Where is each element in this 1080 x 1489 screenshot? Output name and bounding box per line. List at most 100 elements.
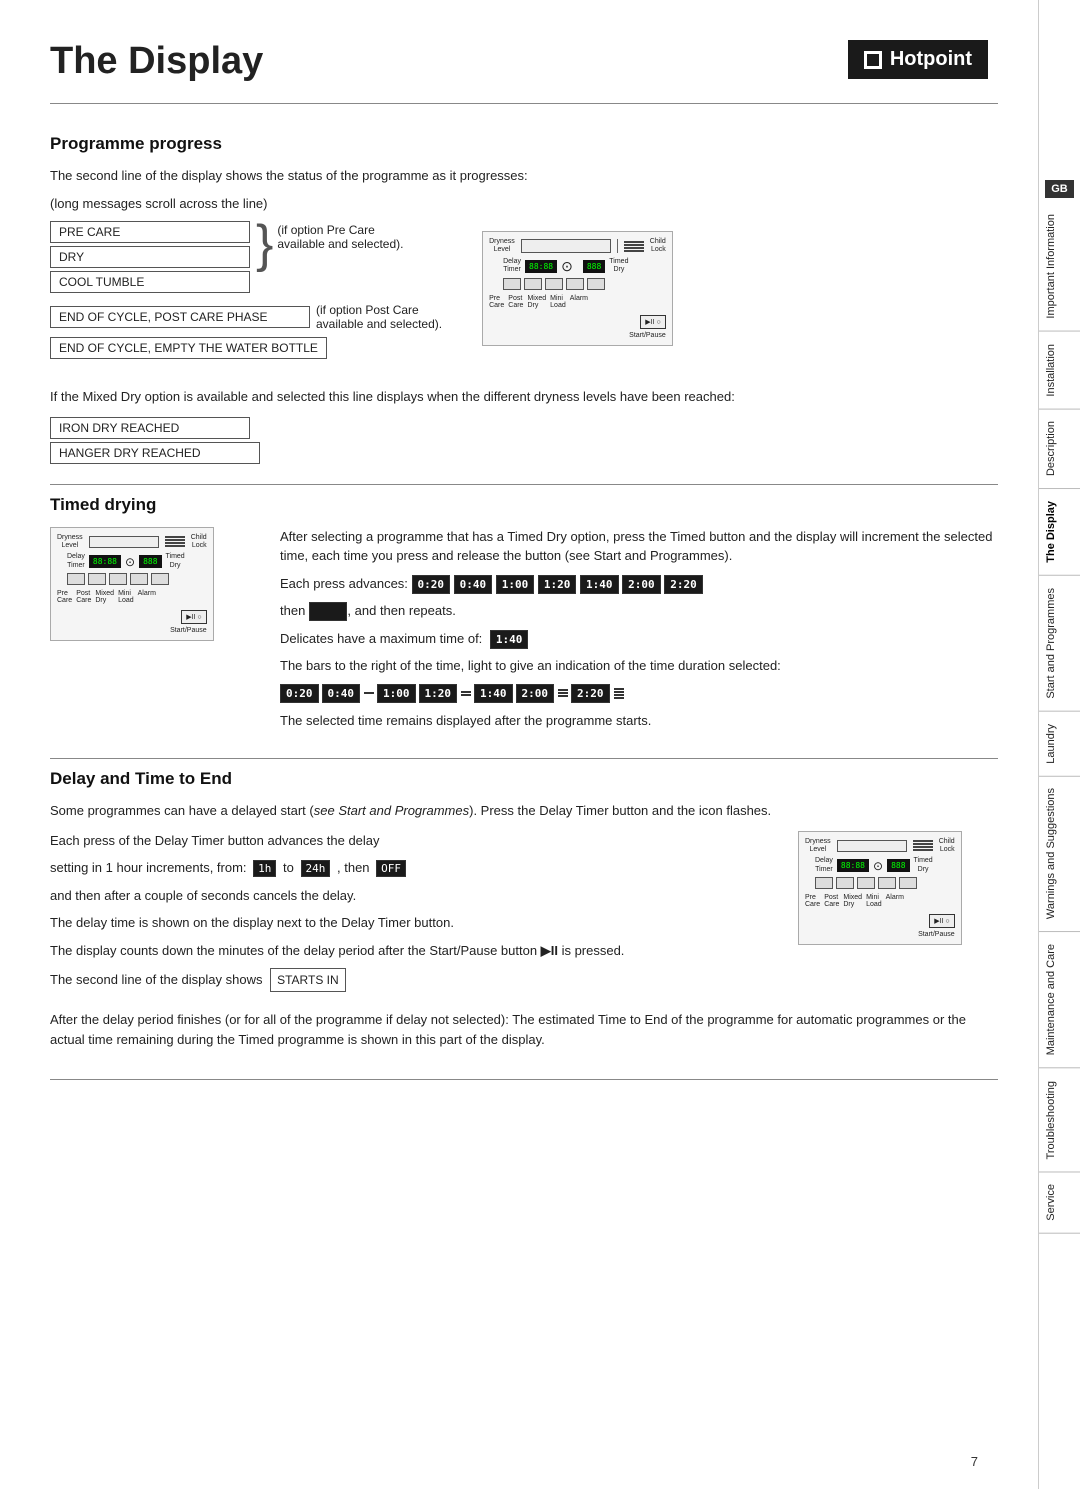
d-child-lock: ChildLock (939, 838, 955, 855)
bar-line-4c (614, 694, 624, 696)
bar2 (624, 244, 644, 246)
t-start-row: ▶II ○ (57, 610, 207, 624)
machine-wrapper-2: DrynessLevel ChildLock (50, 527, 214, 642)
prog-label-mixed: MixedDry (527, 295, 546, 309)
bar-line-3a (558, 689, 568, 691)
divider-line (617, 239, 618, 253)
sidebar-item-installation: Installation (1039, 332, 1080, 410)
bar-line-4d (614, 697, 624, 699)
sidebar-item-troubleshooting: Troubleshooting (1039, 1069, 1080, 1172)
end-of-cycle-note: (if option Post Careavailable and select… (316, 303, 442, 331)
tb-220: 2:20 (571, 684, 610, 703)
t-display-2: 888 (139, 555, 161, 568)
tb-100: 1:00 (377, 684, 416, 703)
delay-para3: setting in 1 hour increments, from: 1h t… (50, 858, 768, 878)
dry-label: DRY (50, 246, 250, 268)
d-dryness-label: DrynessLevel (805, 838, 831, 855)
prog-label-post: PostCare (508, 295, 523, 309)
timed-divider (50, 484, 998, 485)
t-display: 88:88 (89, 555, 121, 568)
t-timed-dry: TimedDry (166, 553, 185, 570)
d-machine-row1: DrynessLevel ChildLock (805, 838, 955, 855)
t-prog-labels: PreCare PostCare MixedDry MiniLoad Alarm (57, 590, 207, 604)
prog-intro-2: (long messages scroll across the line) (50, 194, 998, 214)
d-bars-group (913, 840, 933, 851)
btn-3 (545, 278, 563, 290)
selected-time-text: The selected time remains displayed afte… (280, 711, 998, 731)
tb-140: 1:40 (474, 684, 513, 703)
bracket-section: PRE CARE DRY COOL TUMBLE } (if option Pr… (50, 221, 442, 293)
display-items-container: PRE CARE DRY COOL TUMBLE } (if option Pr… (50, 221, 998, 373)
timed-para1: After selecting a programme that has a T… (280, 527, 998, 566)
time-220: 2:20 (664, 575, 703, 594)
timed-drying-section: Timed drying DrynessLevel (50, 484, 998, 739)
t-machine-row1: DrynessLevel ChildLock (57, 534, 207, 551)
t-display-row: DelayTimer 88:88 ⊙ 888 TimedDry (67, 553, 207, 570)
delay-para1: Some programmes can have a delayed start… (50, 801, 998, 821)
labels-bracket-container: PRE CARE DRY COOL TUMBLE } (if option Pr… (50, 221, 442, 373)
d-display-row: DelayTimer 88:88 ⊙ 888 TimedDry (815, 857, 955, 874)
t-level-bar (89, 536, 159, 548)
btn-4 (566, 278, 584, 290)
machine-row1: DrynessLevel ChildLock (489, 238, 666, 255)
gb-badge: GB (1045, 180, 1074, 198)
d-fan: ⊙ (873, 859, 883, 873)
d-delay-label: DelayTimer (815, 857, 833, 874)
timed-two-col: DrynessLevel ChildLock (50, 527, 998, 739)
prog-label-mini: MiniLoad (550, 295, 566, 309)
bar-line-3b (558, 692, 568, 694)
sidebar-item-service: Service (1039, 1172, 1080, 1234)
machine-wrapper-1: DrynessLevel ChildLock (482, 231, 673, 346)
btn-5 (587, 278, 605, 290)
timed-text-col: After selecting a programme that has a T… (280, 527, 998, 739)
machine-inner-3: DrynessLevel ChildLock (805, 838, 955, 939)
d-bar2 (913, 843, 933, 845)
tb-040: 0:40 (322, 684, 361, 703)
delay-two-col: Each press of the Delay Timer button adv… (50, 831, 998, 1001)
timed-machine-diagram: DrynessLevel ChildLock (50, 527, 250, 642)
programme-progress-section: Programme progress The second line of th… (50, 134, 998, 464)
d-start-text: Start/Pause (805, 931, 955, 938)
start-row: ▶II ○ (489, 315, 666, 329)
machine-inner-1: DrynessLevel ChildLock (489, 238, 666, 339)
pre-care-label: PRE CARE (50, 221, 250, 243)
timed-drying-heading: Timed drying (50, 495, 998, 515)
t-bar3 (165, 542, 185, 544)
timed-dry-label: TimedDry (609, 258, 628, 275)
delay-para2: Each press of the Delay Timer button adv… (50, 831, 768, 851)
time-200: 2:00 (622, 575, 661, 594)
t-bar2 (165, 539, 185, 541)
dry-reached-section: IRON DRY REACHED HANGER DRY REACHED (50, 417, 998, 464)
d-bar3 (913, 846, 933, 848)
mixed-dry-text: If the Mixed Dry option is available and… (50, 387, 998, 407)
d-btn4 (878, 877, 896, 889)
t-post: PostCare (76, 590, 91, 604)
prog-label-alarm: Alarm (570, 295, 588, 309)
bar4 (624, 250, 644, 252)
t-dryness-label: DrynessLevel (57, 534, 83, 551)
d-btn3 (857, 877, 875, 889)
t-fan: ⊙ (125, 555, 135, 569)
time-boxes-inline: 0:20 0:40 1:00 1:20 1:40 2:00 2:20 (412, 576, 703, 591)
page-number: 7 (971, 1454, 978, 1469)
sidebar-item-warnings: Warnings and Suggestions (1039, 776, 1080, 932)
start-pause-btn: ▶II ○ (640, 315, 665, 329)
d-btn1 (815, 877, 833, 889)
bar3 (624, 247, 644, 249)
bar-set-4 (614, 688, 624, 699)
sidebar-item-description: Description (1039, 409, 1080, 489)
t-btn4 (130, 573, 148, 585)
brace-container: } (254, 221, 273, 268)
start-pause-text: Start/Pause (489, 332, 666, 339)
t-btn3 (109, 573, 127, 585)
d-bar1 (913, 840, 933, 842)
d-prog-labels: PreCare PostCare MixedDry MiniLoad Alarm (805, 894, 955, 908)
t-pre: PreCare (57, 590, 72, 604)
d-post: PostCare (824, 894, 839, 908)
t-btn5 (151, 573, 169, 585)
t-child-lock: ChildLock (191, 534, 207, 551)
tb-120: 1:20 (419, 684, 458, 703)
delay-heading: Delay and Time to End (50, 769, 998, 789)
sidebar-item-maintenance: Maintenance and Care (1039, 932, 1080, 1068)
d-mini: MiniLoad (866, 894, 882, 908)
